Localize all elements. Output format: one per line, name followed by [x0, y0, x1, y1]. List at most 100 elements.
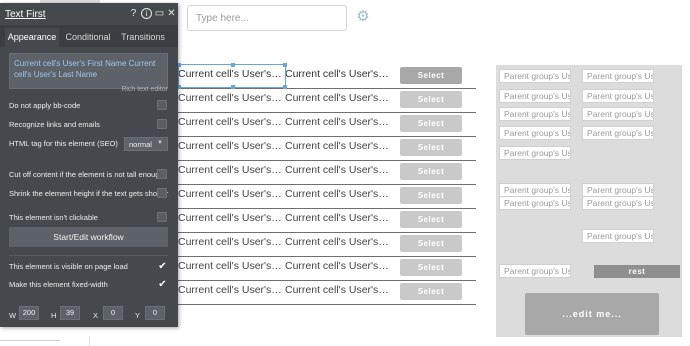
text-second[interactable]: Current cell's User's Ho...	[285, 212, 389, 224]
text-second[interactable]: Current cell's User's Ho...	[285, 284, 389, 296]
text-first[interactable]: Current cell's User's Fir...	[178, 92, 282, 104]
cutoff-label: Cut off content if the element is not ta…	[9, 170, 164, 179]
select-button[interactable]: Select	[400, 283, 462, 300]
selection-outline	[177, 63, 287, 89]
parent-group-text[interactable]: Parent group's Us	[499, 183, 571, 197]
not-clickable-checkbox[interactable]	[157, 212, 167, 222]
seo-label: HTML tag for this element (SEO)	[9, 139, 118, 148]
table-row[interactable]: Current cell's User's Fir... Current cel…	[178, 184, 476, 209]
width-input[interactable]: 200	[19, 306, 39, 320]
text-second[interactable]: Current cell's User's Ho...	[285, 188, 389, 200]
seo-tag-value: normal	[129, 140, 152, 149]
comment-icon[interactable]: ▭	[154, 8, 165, 19]
table-row[interactable]: Current cell's User's Fir... Current cel…	[178, 136, 476, 161]
select-button[interactable]: Select	[400, 163, 462, 180]
parent-group-text[interactable]: Parent group's Us	[582, 107, 654, 121]
text-first[interactable]: Current cell's User's Fir...	[178, 284, 282, 296]
rest-button[interactable]: rest	[594, 265, 680, 278]
text-first[interactable]: Current cell's User's Fir...	[178, 116, 282, 128]
visible-on-load-checkbox[interactable]: ✔	[157, 261, 168, 272]
table-row[interactable]: Current cell's User's Fir... Current cel…	[178, 160, 476, 185]
seo-tag-select[interactable]: normal ▼	[124, 137, 168, 151]
cutoff-checkbox[interactable]	[157, 169, 167, 179]
parent-group-text[interactable]: Parent group's Us	[582, 196, 654, 210]
select-button[interactable]: Select	[400, 67, 462, 84]
bbcode-checkbox[interactable]	[157, 100, 167, 110]
start-edit-workflow-button[interactable]: Start/Edit workflow	[9, 227, 168, 247]
parent-group-text[interactable]: Parent group's Us	[499, 146, 571, 160]
table-row[interactable]: Current cell's User's Fir... Current cel…	[178, 232, 476, 257]
rich-text-editor-label: Rich text editor	[121, 86, 168, 93]
canvas-bottom-strip	[0, 340, 60, 346]
select-button[interactable]: Select	[400, 211, 462, 228]
height-input[interactable]: 39	[60, 306, 80, 320]
help-icon[interactable]: ?	[128, 8, 139, 19]
edit-me-button[interactable]: ...edit me...	[525, 293, 659, 335]
x-label: X	[93, 311, 99, 320]
table-row[interactable]: Current cell's User's First Name Current…	[177, 63, 476, 89]
parent-group-text[interactable]: Parent group's Us	[582, 69, 654, 83]
type-here-input[interactable]: Type here...	[187, 5, 347, 31]
gear-icon[interactable]: ⚙	[355, 9, 371, 25]
select-button[interactable]: Select	[400, 259, 462, 276]
close-icon[interactable]: ✕	[166, 8, 177, 19]
parent-group-text[interactable]: Parent group's Us	[499, 107, 571, 121]
y-label: Y	[135, 311, 141, 320]
text-first[interactable]: Current cell's User's Fir...	[178, 140, 282, 152]
select-button[interactable]: Select	[400, 91, 462, 108]
text-first[interactable]: Current cell's User's Fir...	[178, 212, 282, 224]
element-name[interactable]: Text First	[5, 9, 46, 20]
parent-group-text[interactable]: Parent group's Us	[582, 183, 654, 197]
table-row[interactable]: Current cell's User's Fir... Current cel…	[178, 112, 476, 137]
text-first[interactable]: Current cell's User's Fir...	[178, 188, 282, 200]
parent-group-text[interactable]: Parent group's Us	[582, 89, 654, 103]
text-second[interactable]: Current cell's User's Ho...	[285, 92, 389, 104]
select-button[interactable]: Select	[400, 139, 462, 156]
tab-conditional[interactable]: Conditional	[62, 28, 114, 47]
text-first[interactable]: Current cell's User's Fir...	[178, 164, 282, 176]
table-row[interactable]: Current cell's User's Fir... Current cel…	[178, 88, 476, 113]
resize-handle[interactable]	[283, 63, 287, 67]
text-second[interactable]: Current cell's User's Ho...	[285, 116, 389, 128]
table-row[interactable]: Current cell's User's Fir... Current cel…	[178, 256, 476, 281]
parent-group-text[interactable]: Parent group's Us	[499, 69, 571, 83]
visible-on-load-label: This element is visible on page load	[9, 262, 128, 271]
table-row[interactable]: Current cell's User's Fir... Current cel…	[178, 208, 476, 233]
select-button[interactable]: Select	[400, 235, 462, 252]
parent-group-text[interactable]: Parent group's Us	[499, 126, 571, 140]
fixed-width-label: Make this element fixed-width	[9, 280, 108, 289]
x-input[interactable]: 0	[103, 306, 123, 320]
bbcode-label: Do not apply bb-code	[9, 101, 81, 110]
fixed-width-checkbox[interactable]: ✔	[157, 279, 168, 290]
parent-group-text[interactable]: Parent group's Us	[499, 264, 571, 278]
rich-text-editor[interactable]: Current cell's User's First Name Current…	[9, 53, 168, 89]
resize-handle[interactable]	[231, 63, 235, 67]
parent-group-text[interactable]: Parent group's Us	[582, 229, 654, 243]
property-editor[interactable]: Text First ? i ▭ ✕ Appearance Conditiona…	[0, 3, 178, 327]
parent-group-text[interactable]: Parent group's Us	[499, 89, 571, 103]
select-button[interactable]: Select	[400, 115, 462, 132]
editor-header[interactable]: Text First ? i ▭ ✕	[0, 3, 178, 25]
parent-group-panel[interactable]: Parent group's Us Parent group's Us Pare…	[496, 65, 682, 337]
text-first[interactable]: Current cell's User's Fir...	[178, 236, 282, 248]
info-icon[interactable]: i	[141, 8, 152, 19]
editor-tabs: Appearance Conditional Transitions	[0, 25, 178, 47]
y-input[interactable]: 0	[145, 306, 165, 320]
text-second[interactable]: Current cell's User's Ho...	[285, 260, 389, 272]
chevron-down-icon: ▼	[157, 140, 163, 146]
text-second[interactable]: Current cell's User's Ho...	[285, 236, 389, 248]
parent-group-text[interactable]: Parent group's Us	[499, 196, 571, 210]
text-second[interactable]: Current cell's User's Ho...	[285, 164, 389, 176]
text-first[interactable]: Current cell's User's Fir...	[178, 260, 282, 272]
shrink-label: Shrink the element height if the text ge…	[9, 189, 169, 198]
tab-appearance[interactable]: Appearance	[5, 28, 59, 47]
tab-transitions[interactable]: Transitions	[116, 28, 170, 47]
shrink-checkbox[interactable]	[157, 188, 167, 198]
divider	[9, 255, 168, 256]
text-second[interactable]: Current cell's User's Ho...	[285, 68, 389, 80]
table-row[interactable]: Current cell's User's Fir... Current cel…	[178, 280, 476, 305]
text-second[interactable]: Current cell's User's Ho...	[285, 140, 389, 152]
links-checkbox[interactable]	[157, 119, 167, 129]
select-button[interactable]: Select	[400, 187, 462, 204]
parent-group-text[interactable]: Parent group's Us	[582, 126, 654, 140]
